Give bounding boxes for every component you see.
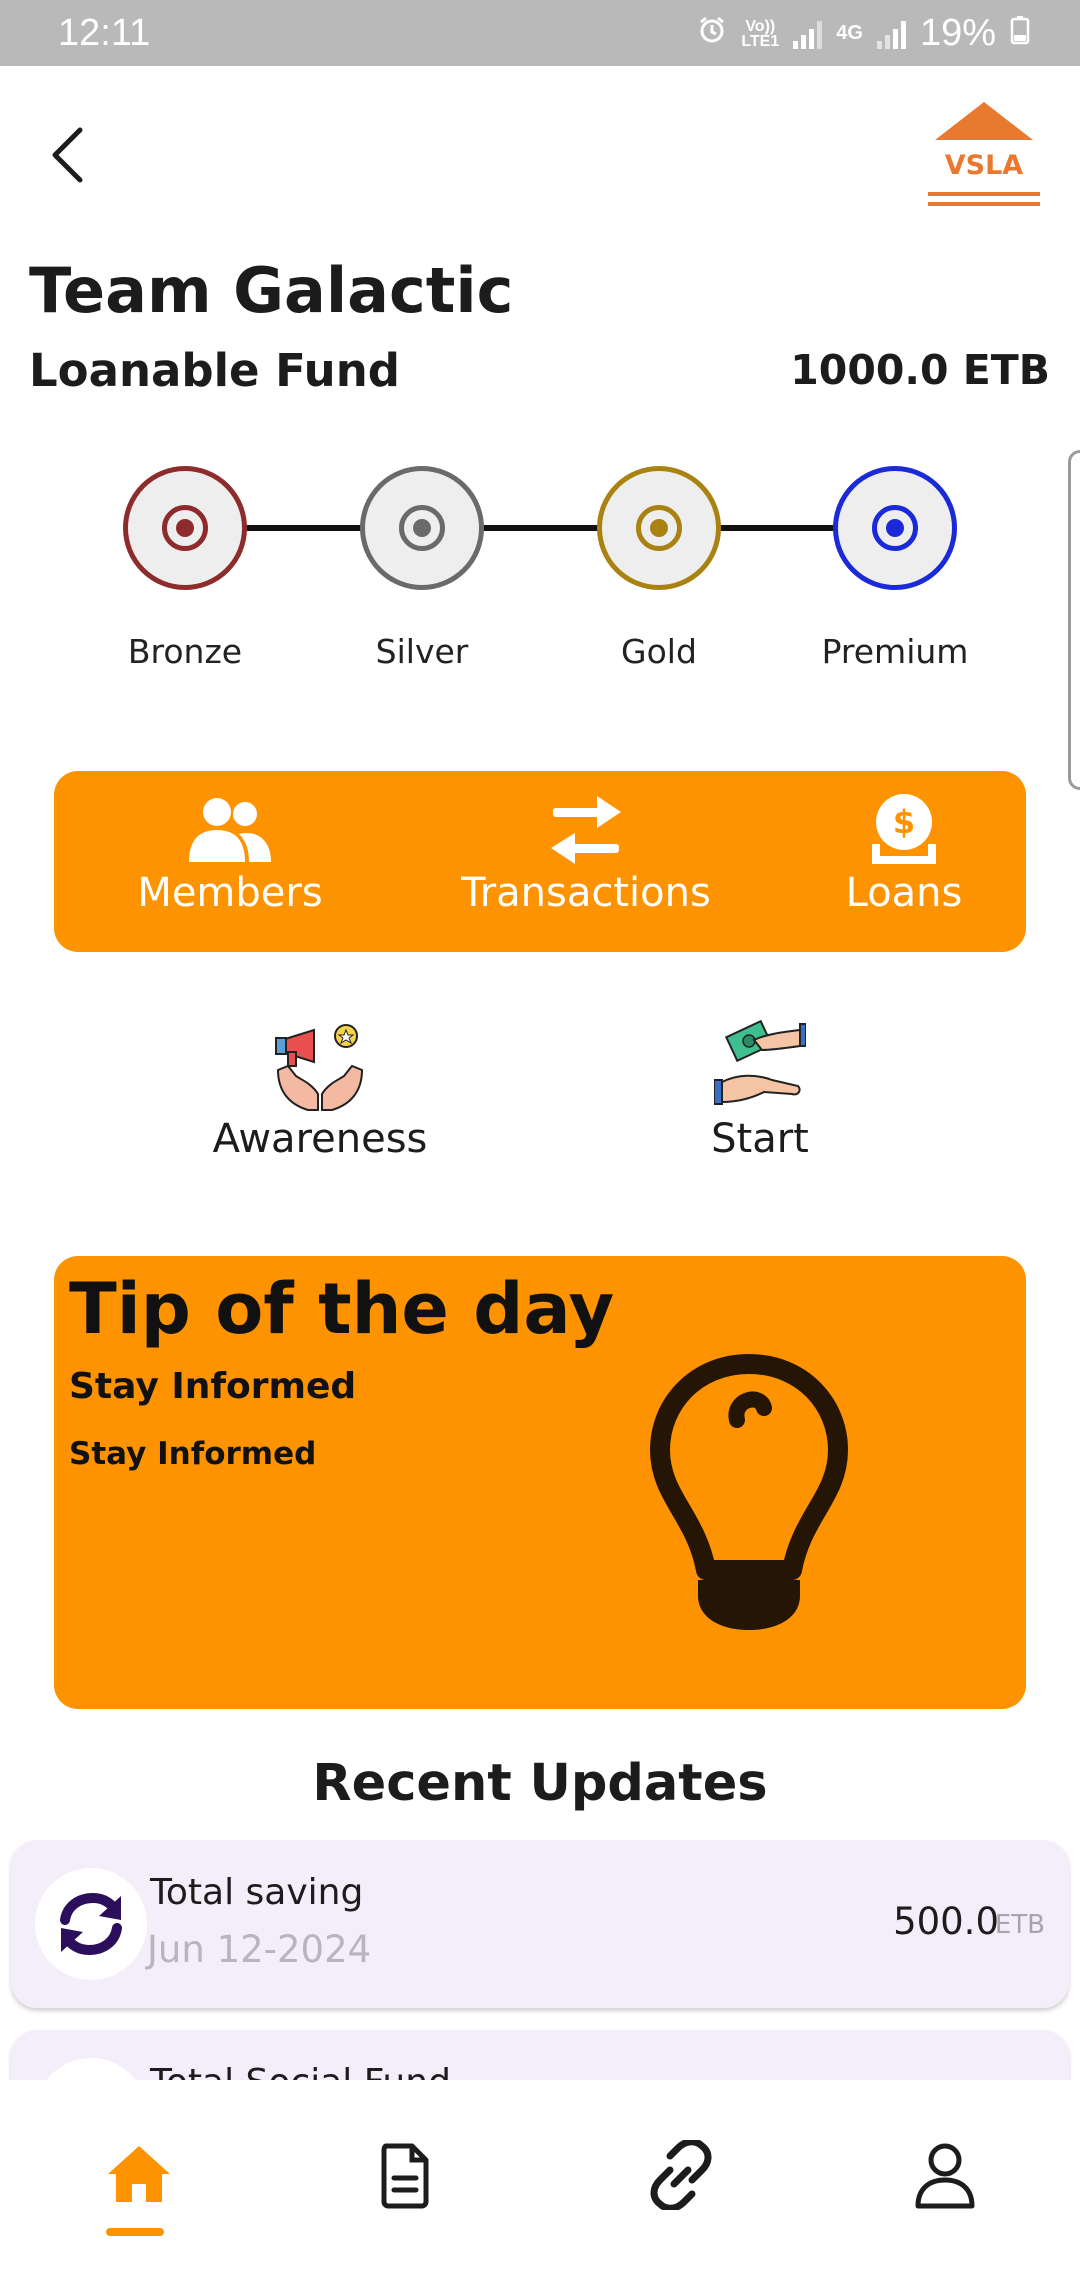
side-scroll-handle[interactable] xyxy=(1068,450,1080,790)
loanable-fund-value: 1000.0 ETB xyxy=(790,346,1050,394)
nav-profile[interactable] xyxy=(890,2140,1000,2250)
profile-icon xyxy=(915,2143,975,2209)
tier-bronze-icon[interactable] xyxy=(123,466,247,590)
tip-body: Stay Informed xyxy=(69,1436,317,1472)
arrows-exchange-icon xyxy=(436,786,736,866)
tip-of-the-day-card[interactable]: Tip of the day Stay Informed Stay Inform… xyxy=(54,1256,1026,1709)
tier-label: Premium xyxy=(821,632,969,671)
tip-title: Tip of the day xyxy=(69,1268,615,1350)
loans-label: Loans xyxy=(845,870,963,916)
loans-button[interactable]: $ Loans xyxy=(824,786,984,916)
update-amount: 500.0 xyxy=(893,1900,999,1943)
nav-links[interactable] xyxy=(626,2140,736,2250)
transactions-label: Transactions xyxy=(461,870,711,916)
battery-level: 19% xyxy=(919,12,996,54)
update-label: Total saving xyxy=(150,1872,364,1913)
team-name: Team Galactic xyxy=(29,254,514,327)
update-row-total-saving[interactable]: Total saving Jun 12-2024 500.0 ETB xyxy=(11,1840,1069,2008)
awareness-label: Awareness xyxy=(212,1116,428,1162)
alarm-icon xyxy=(697,12,727,55)
document-icon xyxy=(381,2143,429,2209)
tier-label: Silver xyxy=(375,632,469,671)
recent-updates-title: Recent Updates xyxy=(312,1754,768,1813)
status-icons: Vo)) LTE1 4G 19% xyxy=(697,12,1030,55)
start-label: Start xyxy=(711,1116,809,1162)
start-button[interactable]: Start xyxy=(660,1020,860,1162)
megaphone-hands-icon xyxy=(200,1020,440,1112)
tier-label: Bronze xyxy=(127,632,243,671)
tip-subtitle: Stay Informed xyxy=(69,1366,357,1407)
link-icon xyxy=(650,2140,712,2210)
members-button[interactable]: Members xyxy=(115,786,345,916)
tier-label: Gold xyxy=(621,632,697,671)
battery-icon xyxy=(1010,12,1030,55)
main-menu-card: Members Transactions $ Loans xyxy=(54,771,1026,952)
back-arrow-icon xyxy=(52,127,83,183)
network-type: 4G xyxy=(836,22,863,44)
money-hand-icon: $ xyxy=(824,786,984,866)
tier-gold-icon[interactable] xyxy=(597,466,721,590)
lightbulb-icon xyxy=(650,1354,848,1630)
tier-progress-line xyxy=(185,525,895,531)
signal-icon xyxy=(793,19,823,49)
volte-label: Vo)) LTE1 xyxy=(741,17,780,50)
nav-documents[interactable] xyxy=(350,2140,460,2250)
money-exchange-icon xyxy=(660,1020,860,1112)
vsla-logo: VSLA xyxy=(925,100,1043,212)
back-button[interactable] xyxy=(40,120,100,190)
status-bar: 12:11 Vo)) LTE1 4G 19% xyxy=(0,0,1080,66)
home-icon xyxy=(108,2146,170,2202)
sync-icon xyxy=(35,1868,147,1980)
nav-active-indicator xyxy=(106,2228,164,2236)
update-unit: ETB xyxy=(994,1910,1045,1940)
members-label: Members xyxy=(137,870,323,916)
status-time: 12:11 xyxy=(58,12,151,54)
tier-silver-icon[interactable] xyxy=(360,466,484,590)
update-date: Jun 12-2024 xyxy=(147,1928,372,1971)
tier-premium-icon[interactable] xyxy=(833,466,957,590)
transactions-button[interactable]: Transactions xyxy=(436,786,736,916)
svg-text:$: $ xyxy=(893,803,915,841)
users-icon xyxy=(115,786,345,866)
loanable-fund-label: Loanable Fund xyxy=(29,344,400,397)
signal-icon-2 xyxy=(876,19,906,49)
awareness-button[interactable]: Awareness xyxy=(200,1020,440,1162)
